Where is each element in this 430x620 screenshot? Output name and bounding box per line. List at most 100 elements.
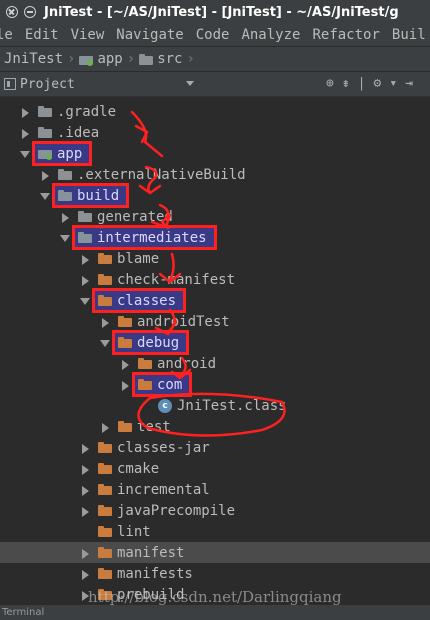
chevron-right-icon[interactable]	[80, 569, 90, 580]
chevron-right-icon[interactable]	[100, 317, 110, 328]
tree-item-label: com	[157, 376, 183, 393]
folder-icon	[78, 211, 92, 222]
folder-icon	[98, 442, 112, 453]
chevron-right-icon[interactable]	[20, 107, 30, 118]
folder-icon	[139, 53, 154, 65]
tree-item-label: classes	[117, 292, 177, 309]
chevron-down-icon[interactable]	[20, 149, 30, 159]
class-file-icon: c	[158, 398, 172, 413]
tree-item-label: JniTest.class	[177, 397, 287, 414]
tree-row[interactable]: lint	[0, 521, 430, 542]
tree-row[interactable]: c JniTest.class	[0, 395, 430, 416]
folder-icon	[98, 253, 112, 264]
chevron-right-icon: ›	[67, 51, 76, 67]
tree-row[interactable]: .gradle	[0, 101, 430, 122]
folder-icon	[98, 274, 112, 285]
watermark: http://blog.csdn.net/Darlingqiang	[88, 588, 342, 606]
chevron-right-icon[interactable]	[80, 464, 90, 475]
terminal-tab[interactable]: Terminal	[2, 607, 44, 618]
chevron-right-icon: ›	[126, 51, 136, 67]
tree-row[interactable]: .idea	[0, 122, 430, 143]
breadcrumb-module-label: app	[97, 51, 123, 67]
tree-row[interactable]: generated	[0, 206, 430, 227]
module-folder-icon	[38, 148, 52, 160]
chevron-down-icon[interactable]	[100, 338, 110, 348]
folder-icon	[58, 169, 72, 180]
menu-refactor[interactable]: Refactor	[312, 27, 379, 43]
folder-icon	[138, 379, 152, 390]
tree-row[interactable]: test	[0, 416, 430, 437]
tree-item-label: classes-jar	[117, 439, 210, 456]
locate-icon[interactable]: ⊕	[326, 76, 334, 91]
menu-build[interactable]: Buil	[392, 27, 426, 43]
menu-bar: le Edit View Navigate Code Analyze Refac…	[0, 24, 430, 46]
tree-row[interactable]: debug	[0, 330, 430, 355]
chevron-right-icon[interactable]	[60, 212, 70, 223]
chevron-down-icon[interactable]	[60, 233, 70, 243]
tree-item-label: generated	[97, 208, 173, 225]
chevron-right-icon[interactable]	[40, 170, 50, 181]
minimize-window-icon[interactable]	[24, 6, 36, 18]
tree-item-label: .externalNativeBuild	[77, 166, 246, 183]
tree-row[interactable]: incremental	[0, 479, 430, 500]
gear-icon[interactable]: ⚙	[373, 76, 381, 91]
folder-icon	[38, 106, 52, 117]
folder-icon	[98, 295, 112, 306]
menu-navigate[interactable]: Navigate	[116, 27, 183, 43]
project-view-icon	[4, 78, 16, 90]
folder-icon	[98, 568, 112, 579]
collapse-all-icon[interactable]: ⇟	[342, 76, 350, 91]
chevron-right-icon[interactable]	[20, 128, 30, 139]
hide-panel-icon[interactable]: ⇥	[405, 76, 413, 91]
menu-edit[interactable]: Edit	[25, 27, 59, 43]
folder-icon	[38, 127, 52, 138]
tree-row[interactable]: check-manifest	[0, 269, 430, 290]
tree-row[interactable]: cmake	[0, 458, 430, 479]
menu-analyze[interactable]: Analyze	[241, 27, 300, 43]
tree-row[interactable]: blame	[0, 248, 430, 269]
chevron-right-icon[interactable]	[80, 443, 90, 454]
tree-item-label: intermediates	[97, 229, 207, 246]
tree-row[interactable]: classes	[0, 288, 430, 313]
tree-row[interactable]: androidTest	[0, 311, 430, 332]
chevron-right-icon[interactable]	[100, 422, 110, 433]
chevron-right-icon[interactable]	[120, 359, 130, 370]
tree-row[interactable]: intermediates	[0, 225, 430, 250]
separator-icon: |	[357, 76, 366, 91]
menu-view[interactable]: View	[71, 27, 105, 43]
breadcrumb-project[interactable]: JniTest	[4, 51, 63, 67]
tree-row[interactable]: .externalNativeBuild	[0, 164, 430, 185]
project-tree: .gradle .idea app .externalNativeBuild build…	[0, 97, 430, 605]
tree-row[interactable]: com	[0, 372, 430, 397]
tree-item-label: lint	[117, 523, 151, 540]
tree-row[interactable]: manifest	[0, 542, 430, 563]
chevron-right-icon[interactable]	[80, 254, 90, 265]
close-window-icon[interactable]	[6, 6, 18, 18]
tree-item-label: javaPrecompile	[117, 502, 236, 519]
chevron-right-icon[interactable]	[80, 275, 90, 286]
dropdown-caret-icon[interactable]	[186, 81, 194, 86]
breadcrumb-folder-label: src	[157, 51, 183, 67]
chevron-right-icon[interactable]	[80, 548, 90, 559]
chevron-right-icon[interactable]	[80, 506, 90, 517]
tree-item-label: .gradle	[57, 103, 117, 120]
tree-row[interactable]: android	[0, 353, 430, 374]
breadcrumb-project-label: JniTest	[4, 51, 64, 67]
folder-icon	[98, 547, 112, 558]
tree-row[interactable]: javaPrecompile	[0, 500, 430, 521]
tree-row[interactable]: app	[0, 141, 430, 166]
breadcrumb-folder[interactable]: src	[139, 51, 182, 67]
menu-file[interactable]: le	[0, 27, 13, 43]
tree-row[interactable]: manifests	[0, 563, 430, 584]
tree-row[interactable]: build	[0, 183, 430, 208]
chevron-right-icon[interactable]	[80, 485, 90, 496]
tree-row[interactable]: classes-jar	[0, 437, 430, 458]
breadcrumb-module[interactable]: app	[79, 51, 123, 67]
menu-code[interactable]: Code	[196, 27, 230, 43]
title-bar: JniTest - [~/AS/JniTest] - [JniTest] - ~…	[0, 0, 430, 24]
chevron-right-icon[interactable]	[120, 380, 130, 391]
chevron-down-icon[interactable]	[40, 191, 50, 201]
chevron-down-icon[interactable]	[80, 296, 90, 306]
settings-caret-icon[interactable]: ▾	[389, 76, 397, 91]
project-view-selector[interactable]: Project	[20, 77, 75, 92]
